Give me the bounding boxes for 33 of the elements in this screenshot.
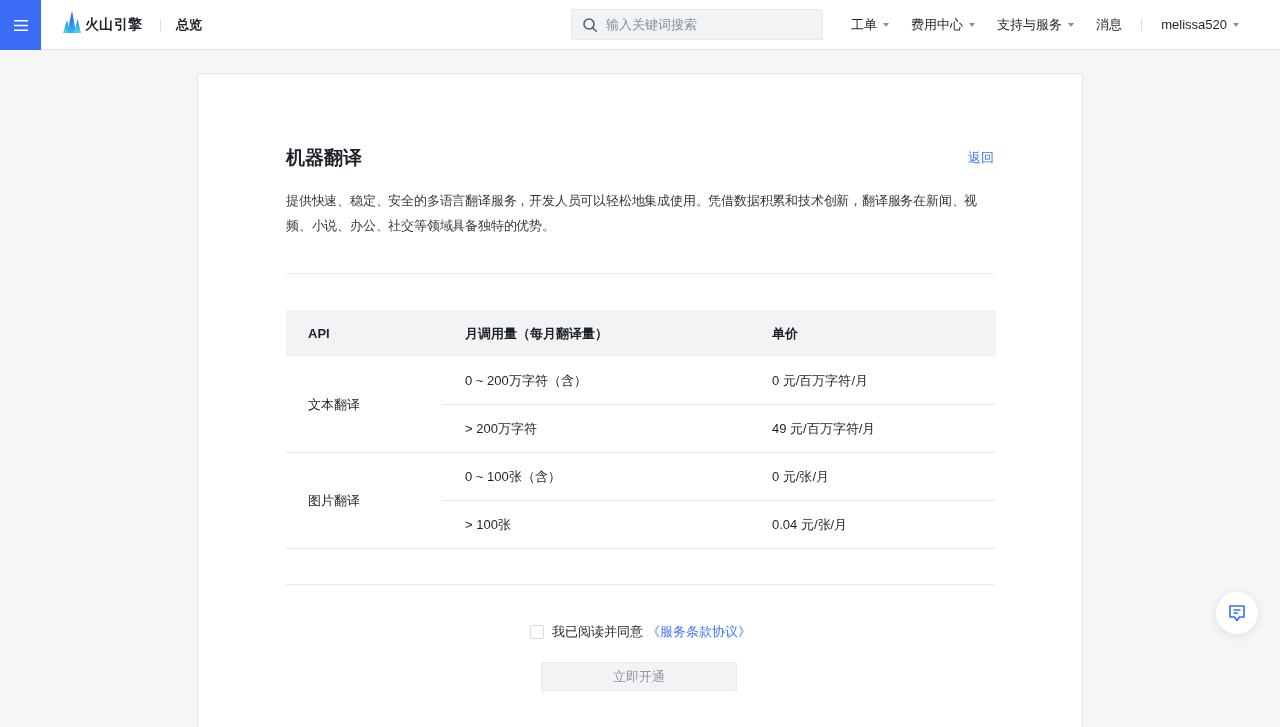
table-cell: 0 元/张/月 [750,452,996,501]
section-label: 总览 [176,15,203,34]
table-cell: 文本翻译 [286,357,443,453]
column-header: 单价 [750,310,996,357]
user-menu[interactable]: melissa520 [1161,17,1239,32]
search-icon [583,18,598,32]
table-cell: 0 元/百万字符/月 [750,357,996,405]
table-cell: > 200万字符 [443,404,750,453]
column-header: 月调用量（每月翻译量） [443,310,750,357]
terms-link[interactable]: 《服务条款协议》 [646,623,751,641]
search-field[interactable]: 输入关键词搜索 [571,9,824,40]
page-title: 机器翻译 [286,146,362,170]
table-cell: 0 ~ 100张（含） [443,452,750,501]
table-cell: 49 元/百万字符/月 [750,404,996,453]
agreement-checkbox[interactable] [529,625,544,639]
nav-menu-item[interactable]: 工单 [851,15,890,34]
menu-icon [13,19,28,31]
nav-menu-item[interactable]: 费用中心 [911,15,976,34]
back-link[interactable]: 返回 [968,149,994,167]
peaks-logo-icon [63,11,81,33]
chat-button[interactable] [1216,592,1258,634]
table-cell: 图片翻译 [286,452,443,549]
menu-button[interactable] [0,0,41,50]
nav-menu-item[interactable]: 支持与服务 [997,15,1075,34]
nav-menu-item[interactable]: 消息 [1096,15,1123,34]
table-cell: 0 ~ 200万字符（含） [443,357,750,405]
product-description: 提供快速、稳定、安全的多语言翻译服务，开发人员可以轻松地集成使用。凭借数据积累和技术创新，翻译服务在新闻、视频、小说、办公、社交等领域具备独特的优势。 [286,192,979,235]
chat-icon [1229,604,1245,622]
column-header: API [286,310,443,357]
brand-link[interactable]: 火山引擎 [63,15,143,34]
table-cell: > 100张 [443,500,750,549]
table-cell: 0.04 元/张/月 [750,500,996,549]
agreement-text: 我已阅读并同意 [551,623,643,641]
